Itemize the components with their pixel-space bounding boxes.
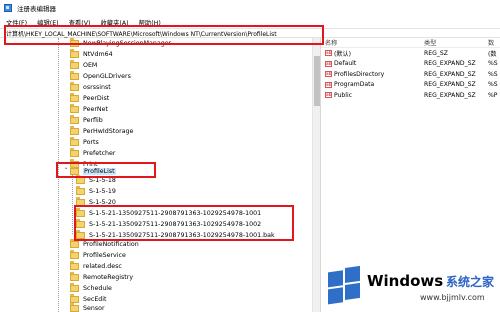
folder-icon bbox=[70, 59, 79, 69]
folder-icon bbox=[70, 92, 79, 102]
tree-node[interactable]: S-1-5-18 bbox=[76, 174, 116, 186]
value-name-cell: ab Default bbox=[325, 60, 357, 68]
folder-icon bbox=[76, 185, 85, 195]
value-name-cell: ab (默认) bbox=[325, 50, 351, 58]
folder-icon bbox=[70, 260, 79, 270]
value-data-cell: %P bbox=[488, 91, 498, 99]
chevron-down-icon[interactable]: ⌄ bbox=[62, 164, 70, 171]
tree-node[interactable]: PerHwIdStorage bbox=[70, 125, 133, 137]
folder-icon bbox=[70, 271, 79, 281]
tree-node[interactable]: ProfileNotification bbox=[70, 238, 139, 250]
watermark: Windows 系统之家 www.bjjmlv.com bbox=[322, 264, 500, 312]
tree-node[interactable]: osrssinst bbox=[70, 81, 111, 93]
column-header-name[interactable]: 名称 bbox=[321, 38, 424, 47]
windows-logo-icon bbox=[328, 265, 362, 307]
string-value-icon: ab bbox=[325, 50, 332, 57]
watermark-url: www.bjjmlv.com bbox=[420, 293, 485, 302]
tree-node[interactable]: PeerDist bbox=[70, 92, 109, 104]
title-bar: 注册表编辑器 bbox=[0, 0, 500, 16]
folder-icon bbox=[70, 114, 79, 124]
folder-icon bbox=[70, 293, 79, 303]
folder-icon bbox=[76, 229, 85, 239]
menu-favorites[interactable]: 收藏夹(A) bbox=[100, 18, 128, 27]
string-value-icon: ab bbox=[325, 81, 332, 88]
folder-icon bbox=[70, 302, 79, 312]
folder-icon bbox=[76, 218, 85, 228]
tree-node[interactable]: NtVdm64 bbox=[70, 48, 113, 60]
address-bar[interactable]: 计算机\HKEY_LOCAL_MACHINE\SOFTWARE\Microsof… bbox=[0, 28, 500, 38]
folder-icon bbox=[70, 282, 79, 292]
folder-icon bbox=[70, 38, 79, 47]
tree-node[interactable]: Prefetcher bbox=[70, 147, 116, 159]
folder-open-icon bbox=[70, 165, 79, 175]
value-type-cell: REG_EXPAND_SZ bbox=[424, 81, 476, 89]
value-type-cell: REG_EXPAND_SZ bbox=[424, 91, 476, 99]
tree-node[interactable]: RemoteRegistry bbox=[70, 271, 133, 283]
tree-node[interactable]: Perflib bbox=[70, 114, 103, 126]
tree-node[interactable]: Schedule bbox=[70, 282, 112, 294]
value-type-cell: REG_EXPAND_SZ bbox=[424, 60, 476, 68]
value-row[interactable]: ab Public REG_EXPAND_SZ %P bbox=[321, 90, 500, 101]
value-row[interactable]: ab ProfilesDirectory REG_EXPAND_SZ %S bbox=[321, 69, 500, 80]
menu-file[interactable]: 文件(F) bbox=[6, 18, 27, 27]
tree-node[interactable]: OEM bbox=[70, 59, 97, 71]
tree-node[interactable]: ProfileService bbox=[70, 249, 126, 261]
watermark-brand: Windows bbox=[367, 272, 444, 290]
value-row[interactable]: ab Default REG_EXPAND_SZ %S bbox=[321, 59, 500, 70]
registry-tree[interactable]: NowPlayingSessionManager NtVdm64 OEM Ope… bbox=[0, 38, 320, 312]
folder-icon bbox=[76, 196, 85, 206]
menu-edit[interactable]: 编辑(E) bbox=[37, 18, 59, 27]
tree-node-sid-1002[interactable]: S-1-5-21-1350927511-2908791363-102925497… bbox=[76, 218, 261, 230]
tree-guide-line-child bbox=[72, 172, 73, 234]
folder-icon bbox=[70, 147, 79, 157]
folder-icon bbox=[70, 125, 79, 135]
folder-icon bbox=[70, 238, 79, 248]
tree-guide-line bbox=[58, 38, 59, 312]
tree-node[interactable]: S-1-5-19 bbox=[76, 185, 116, 197]
folder-icon bbox=[70, 48, 79, 58]
string-value-icon: ab bbox=[325, 60, 332, 67]
tree-node[interactable]: Ports bbox=[70, 136, 99, 148]
string-value-icon: ab bbox=[325, 92, 332, 99]
values-header: 名称 类型 数 bbox=[321, 38, 500, 48]
address-path[interactable]: 计算机\HKEY_LOCAL_MACHINE\SOFTWARE\Microsof… bbox=[6, 29, 277, 38]
folder-icon bbox=[70, 103, 79, 113]
value-type-cell: REG_EXPAND_SZ bbox=[424, 70, 476, 78]
tree-node[interactable]: OpenGLDrivers bbox=[70, 70, 131, 82]
value-data-cell: %S bbox=[488, 81, 498, 89]
tree-node[interactable]: Sensor bbox=[70, 302, 105, 312]
menu-bar: 文件(F) 编辑(E) 查看(V) 收藏夹(A) 帮助(H) bbox=[0, 16, 500, 28]
window-title: 注册表编辑器 bbox=[17, 5, 56, 13]
column-header-type[interactable]: 类型 bbox=[424, 38, 488, 47]
menu-help[interactable]: 帮助(H) bbox=[139, 18, 161, 27]
value-row[interactable]: ab (默认) REG_SZ (数 bbox=[321, 48, 500, 59]
watermark-cn: 系统之家 bbox=[446, 275, 495, 289]
tree-node-sid-1001[interactable]: S-1-5-21-1350927511-2908791363-102925497… bbox=[76, 207, 261, 219]
folder-icon bbox=[76, 174, 85, 184]
value-name-cell: ab ProgramData bbox=[325, 81, 375, 89]
regedit-icon bbox=[4, 4, 12, 12]
folder-icon bbox=[70, 81, 79, 91]
value-name-cell: ab Public bbox=[325, 91, 353, 99]
value-row[interactable]: ab ProgramData REG_EXPAND_SZ %S bbox=[321, 80, 500, 91]
string-value-icon: ab bbox=[325, 71, 332, 78]
value-name-cell: ab ProfilesDirectory bbox=[325, 70, 385, 78]
folder-icon bbox=[76, 207, 85, 217]
tree-node[interactable]: S-1-5-20 bbox=[76, 196, 116, 208]
menu-view[interactable]: 查看(V) bbox=[69, 18, 91, 27]
folder-icon bbox=[70, 136, 79, 146]
value-type-cell: REG_SZ bbox=[424, 49, 448, 57]
folder-icon bbox=[70, 249, 79, 259]
value-data-cell: (数 bbox=[488, 50, 497, 58]
column-header-data[interactable]: 数 bbox=[488, 38, 500, 47]
value-data-cell: %S bbox=[488, 60, 498, 68]
value-data-cell: %S bbox=[488, 70, 498, 78]
tree-node[interactable]: related.desc bbox=[70, 260, 122, 272]
tree-scrollbar[interactable] bbox=[312, 38, 320, 312]
tree-node[interactable]: PeerNet bbox=[70, 103, 108, 115]
tree-node[interactable]: NowPlayingSessionManager bbox=[70, 38, 171, 49]
folder-icon bbox=[70, 70, 79, 80]
